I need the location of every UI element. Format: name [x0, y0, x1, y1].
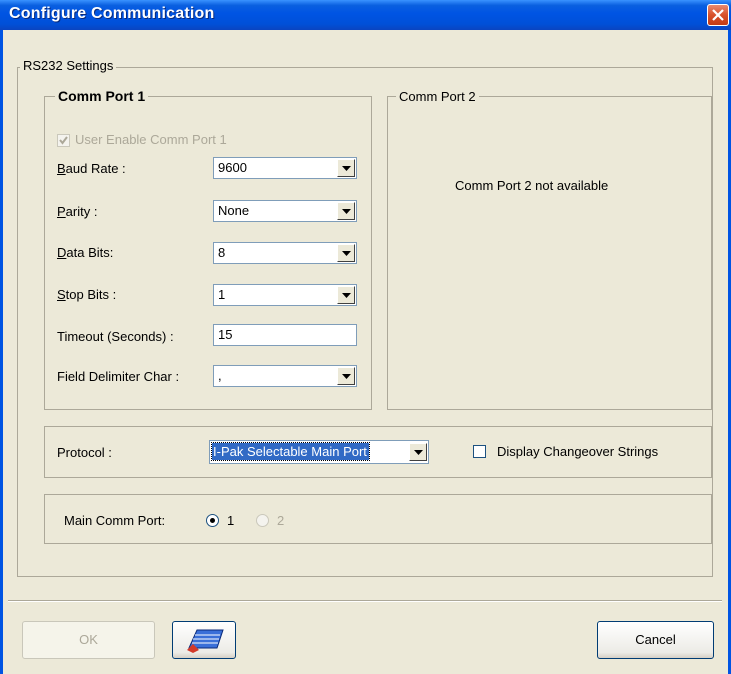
- baud-rate-value: 9600: [218, 160, 247, 175]
- timeout-label: Timeout (Seconds) :: [57, 329, 174, 344]
- data-bits-label: Data Bits:: [57, 245, 114, 260]
- comm-port-2-group: [387, 96, 712, 410]
- title-bar[interactable]: Configure Communication: [0, 0, 731, 30]
- main-port-2-label: 2: [277, 513, 285, 528]
- main-comm-port-label: Main Comm Port:: [64, 513, 166, 528]
- display-changeover-checkbox[interactable]: [473, 445, 486, 458]
- close-icon: [712, 9, 724, 21]
- parity-value: None: [218, 203, 250, 218]
- stop-bits-dropdown-button[interactable]: [337, 286, 355, 304]
- window-title: Configure Communication: [9, 5, 215, 22]
- comm-port-2-legend: Comm Port 2: [396, 89, 479, 104]
- keyboard-button[interactable]: [172, 621, 236, 659]
- stop-bits-select[interactable]: 1: [213, 284, 357, 306]
- chevron-down-icon: [342, 209, 351, 214]
- parity-select[interactable]: None: [213, 200, 357, 222]
- comm-port-1-legend: Comm Port 1: [55, 88, 149, 104]
- rs232-settings-legend: RS232 Settings: [20, 58, 117, 73]
- main-port-1-label: 1: [227, 513, 235, 528]
- chevron-down-icon: [414, 450, 423, 455]
- chevron-down-icon: [342, 374, 351, 379]
- chevron-down-icon: [342, 166, 351, 171]
- data-bits-select[interactable]: 8: [213, 242, 357, 264]
- chevron-down-icon: [342, 293, 351, 298]
- stop-bits-value: 1: [218, 287, 226, 302]
- protocol-select[interactable]: I-Pak Selectable Main Port: [209, 440, 429, 464]
- baud-rate-label: Baud Rate :: [57, 161, 126, 176]
- field-delimiter-select[interactable]: ,: [213, 365, 357, 387]
- cancel-button[interactable]: Cancel: [597, 621, 714, 659]
- keyboard-icon: [187, 629, 224, 653]
- timeout-value: 15: [218, 327, 233, 342]
- enable-port1-label: User Enable Comm Port 1: [75, 132, 227, 147]
- main-port-2-radio[interactable]: [256, 514, 269, 527]
- main-port-1-radio[interactable]: [206, 514, 219, 527]
- parity-dropdown-button[interactable]: [337, 202, 355, 220]
- protocol-label: Protocol :: [57, 445, 112, 460]
- field-delimiter-dropdown-button[interactable]: [337, 367, 355, 385]
- enable-port1-checkbox[interactable]: [57, 134, 70, 147]
- protocol-dropdown-button[interactable]: [409, 443, 427, 461]
- chevron-down-icon: [342, 251, 351, 256]
- display-changeover-label: Display Changeover Strings: [497, 444, 659, 459]
- timeout-input[interactable]: 15: [213, 324, 357, 346]
- baud-rate-dropdown-button[interactable]: [337, 159, 355, 177]
- check-icon: [59, 136, 68, 145]
- data-bits-dropdown-button[interactable]: [337, 244, 355, 262]
- comm-port-2-message: Comm Port 2 not available: [455, 178, 609, 193]
- protocol-value: I-Pak Selectable Main Port: [211, 442, 370, 461]
- data-bits-value: 8: [218, 245, 226, 260]
- close-button[interactable]: [707, 4, 729, 26]
- field-delimiter-value: ,: [218, 368, 222, 383]
- ok-button[interactable]: OK: [22, 621, 155, 659]
- baud-rate-select[interactable]: 9600: [213, 157, 357, 179]
- parity-label: Parity :: [57, 204, 98, 219]
- field-delimiter-label: Field Delimiter Char :: [57, 369, 180, 384]
- stop-bits-label: Stop Bits :: [57, 287, 117, 302]
- button-separator: [8, 600, 722, 602]
